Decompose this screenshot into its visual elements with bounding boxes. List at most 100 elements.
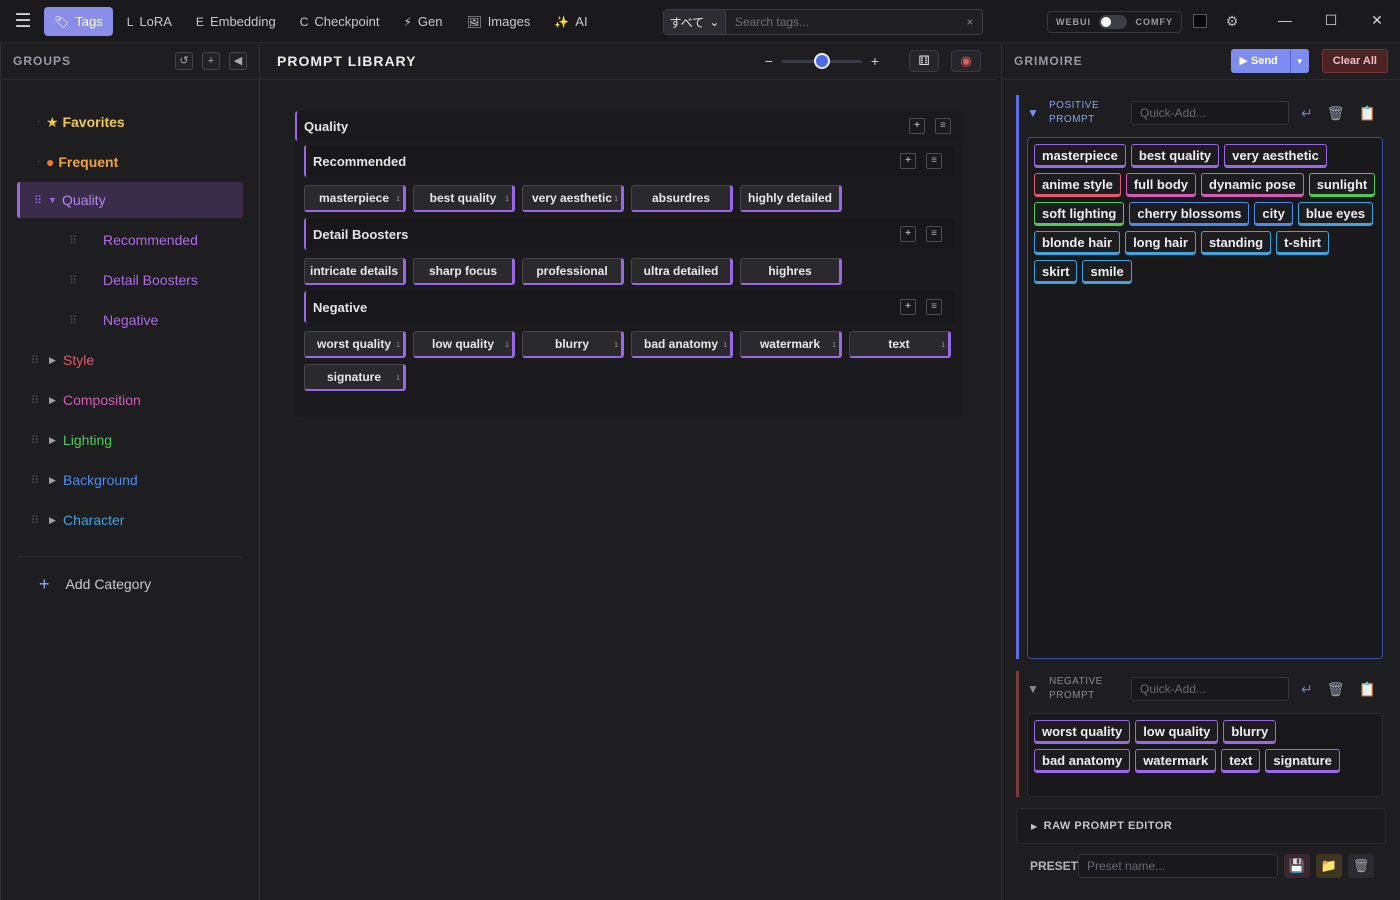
tag-chip[interactable]: watermark 1 <box>740 331 842 358</box>
tag-chip[interactable]: bad anatomy 1 <box>631 331 733 358</box>
webui-comfy-toggle[interactable]: WEBUI COMFY <box>1047 11 1182 33</box>
minimize-button[interactable]: — <box>1262 0 1308 42</box>
search-scope-select[interactable]: すべて ⌄ <box>664 10 726 34</box>
caret-right-icon[interactable]: ▶ <box>49 355 63 366</box>
caret-right-icon[interactable]: ▶ <box>49 475 63 486</box>
settings-icon[interactable]: ⚙ <box>1222 11 1242 31</box>
list-icon[interactable]: ≡ <box>926 299 942 315</box>
hamburger-icon[interactable]: ☰ <box>10 9 36 35</box>
tab-gen[interactable]: ⚡ Gen <box>393 7 452 36</box>
prompt-tag[interactable]: full body <box>1125 173 1196 197</box>
prompt-tag[interactable]: city <box>1254 202 1293 226</box>
drag-handle-icon[interactable]: ⠿ <box>34 194 48 207</box>
negative-prompt-tag[interactable]: watermark <box>1135 749 1217 773</box>
zoom-out-button[interactable]: − <box>765 53 773 69</box>
tag-chip[interactable]: very aesthetic 1 <box>522 185 624 212</box>
tag-chip[interactable]: worst quality 1 <box>304 331 406 358</box>
tag-chip[interactable]: signature 1 <box>304 364 406 391</box>
tab-tags[interactable]: 🏷 Tags <box>44 7 113 36</box>
enter-icon[interactable]: ↵ <box>1301 105 1313 122</box>
tab-embedding[interactable]: E Embedding <box>186 7 286 36</box>
caret-right-icon[interactable]: ▶ <box>49 435 63 446</box>
tree-item-character[interactable]: ⠿ ▶ Character <box>1 500 259 540</box>
drag-handle-icon[interactable]: ⠿ <box>69 274 83 287</box>
preset-name-input[interactable] <box>1078 854 1278 878</box>
prompt-tag[interactable]: cherry blossoms <box>1129 202 1250 226</box>
add-tag-button[interactable]: + <box>900 299 916 315</box>
negative-tag-box[interactable]: worst quality low quality blurry bad anatom… <box>1027 713 1383 797</box>
tag-chip[interactable]: best quality 1 <box>413 185 515 212</box>
zoom-in-button[interactable]: + <box>871 53 879 69</box>
dice-icon[interactable]: ⚅ <box>909 50 939 72</box>
prompt-tag[interactable]: dynamic pose <box>1201 173 1304 197</box>
tree-item-lighting[interactable]: ⠿ ▶ Lighting <box>1 420 259 460</box>
prompt-tag[interactable]: smile <box>1082 260 1132 284</box>
positive-quick-add-input[interactable] <box>1131 101 1289 125</box>
tree-item-recommended[interactable]: ⠿ Recommended <box>1 220 259 260</box>
subgroup-header[interactable]: Detail Boosters + ≡ <box>304 218 954 250</box>
positive-tag-box[interactable]: masterpiece best quality very aesthetic ani… <box>1027 137 1383 659</box>
palette-icon[interactable]: ◉ <box>951 50 981 72</box>
raw-prompt-editor-toggle[interactable]: ▶ RAW PROMPT EDITOR <box>1016 808 1386 844</box>
tag-chip[interactable]: highly detailed <box>740 185 842 212</box>
prompt-tag[interactable]: blue eyes <box>1297 202 1374 226</box>
subgroup-header[interactable]: Recommended + ≡ <box>304 145 954 177</box>
color-swatch[interactable] <box>1193 14 1207 28</box>
prompt-tag[interactable]: very aesthetic <box>1224 144 1327 168</box>
zoom-slider[interactable] <box>781 52 862 69</box>
drag-handle-icon[interactable]: ⠿ <box>69 314 83 327</box>
tree-item-style[interactable]: ⠿ ▶ Style <box>1 340 259 380</box>
drag-handle-icon[interactable]: ⠿ <box>31 474 45 487</box>
subgroup-header[interactable]: Negative + ≡ <box>304 291 954 323</box>
drag-handle-icon[interactable]: ⠿ <box>69 234 83 247</box>
collapse-panel-icon[interactable]: ◀ <box>229 52 247 70</box>
negative-prompt-tag[interactable]: blurry <box>1223 720 1277 744</box>
tree-item-quality[interactable]: ⠿ ▼ Quality <box>17 182 243 218</box>
drag-handle-icon[interactable]: ⠿ <box>31 514 45 527</box>
caret-down-icon[interactable]: ▼ <box>1027 106 1049 120</box>
negative-prompt-tag[interactable]: worst quality <box>1034 720 1131 744</box>
refresh-icon[interactable]: ↺ <box>175 52 193 70</box>
tag-chip[interactable]: text 1 <box>849 331 951 358</box>
drag-handle-icon[interactable]: ⠿ <box>31 354 45 367</box>
save-icon[interactable]: 💾 <box>1284 854 1310 878</box>
drag-handle-icon[interactable]: ⠿ <box>31 434 45 447</box>
tab-images[interactable]: 🖼 Images <box>456 7 540 36</box>
prompt-tag[interactable]: masterpiece <box>1034 144 1126 168</box>
prompt-tag[interactable]: sunlight <box>1308 173 1376 197</box>
clipboard-icon[interactable]: 📋 <box>1359 681 1376 698</box>
tag-chip[interactable]: highres <box>740 258 842 285</box>
add-tag-button[interactable]: + <box>909 118 925 134</box>
add-category-button[interactable]: + Add Category <box>1 557 259 611</box>
tag-chip[interactable]: absurdres <box>631 185 733 212</box>
negative-prompt-tag[interactable]: text <box>1221 749 1261 773</box>
tree-item-negative[interactable]: ⠿ Negative <box>1 300 259 340</box>
negative-prompt-tag[interactable]: signature <box>1265 749 1340 773</box>
prompt-tag[interactable]: soft lighting <box>1034 202 1125 226</box>
maximize-button[interactable]: ☐ <box>1308 0 1354 42</box>
enter-icon[interactable]: ↵ <box>1301 681 1313 698</box>
tree-item-frequent[interactable]: · ● Frequent <box>1 142 259 182</box>
tag-chip[interactable]: blurry 1 <box>522 331 624 358</box>
negative-prompt-tag[interactable]: bad anatomy <box>1034 749 1131 773</box>
zoom-slider-knob[interactable] <box>813 52 830 69</box>
list-icon[interactable]: ≡ <box>926 226 942 242</box>
prompt-tag[interactable]: t-shirt <box>1276 231 1329 255</box>
prompt-tag[interactable]: standing <box>1200 231 1272 255</box>
send-dropdown-icon[interactable]: ▼ <box>1291 57 1309 66</box>
tag-chip[interactable]: low quality 1 <box>413 331 515 358</box>
drag-handle-icon[interactable]: ⠿ <box>31 394 45 407</box>
tree-item-detail-boosters[interactable]: ⠿ Detail Boosters <box>1 260 259 300</box>
tag-chip[interactable]: ultra detailed <box>631 258 733 285</box>
negative-prompt-tag[interactable]: low quality <box>1135 720 1219 744</box>
trash-icon[interactable]: 🗑 <box>1348 854 1374 878</box>
caret-down-icon[interactable]: ▼ <box>48 195 62 205</box>
add-group-button[interactable]: + <box>202 52 220 70</box>
clear-all-button[interactable]: Clear All <box>1321 49 1388 73</box>
prompt-tag[interactable]: anime style <box>1034 173 1121 197</box>
clear-search-button[interactable]: × <box>958 10 982 34</box>
tag-chip[interactable]: sharp focus <box>413 258 515 285</box>
add-tag-button[interactable]: + <box>900 226 916 242</box>
prompt-tag[interactable]: skirt <box>1034 260 1078 284</box>
add-tag-button[interactable]: + <box>900 153 916 169</box>
